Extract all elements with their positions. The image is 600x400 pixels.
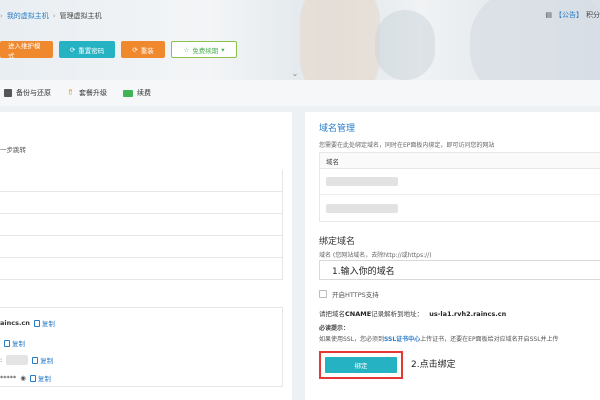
chevron-right-icon: › xyxy=(0,12,3,20)
ssl-instruction: 如果使用SSL，您必须到SSL证书中心上传证书，还要在EP面板给对应域名开启SS… xyxy=(319,336,559,343)
https-checkbox[interactable] xyxy=(319,290,327,298)
info-row-password: ***** ◉ 复制 xyxy=(0,373,51,383)
breadcrumb-manage-host: 管理虚拟主机 xyxy=(59,12,102,20)
cname-instruction: 请把域名CNAME记录解析到地址： us-la1.rvh2.raincs.cn xyxy=(319,310,507,318)
info-row-user: 复制 xyxy=(0,336,25,350)
chevron-right-icon: › xyxy=(52,12,56,20)
masked-domain xyxy=(326,177,398,186)
upgrade-icon: ⇑ xyxy=(67,88,74,97)
https-option[interactable]: 开启HTTPS支持 xyxy=(319,289,379,299)
step2-annotation: 2.点击绑定 xyxy=(411,360,456,370)
reset-password-button[interactable]: ⟳ 重置密码 xyxy=(59,41,115,58)
backup-icon xyxy=(4,89,12,97)
copy-icon xyxy=(33,319,40,327)
collapse-toggle-icon[interactable]: ⌄ xyxy=(287,69,303,79)
document-icon: ▤ xyxy=(545,11,552,19)
header-banner: › 我的虚拟主机 › 管理虚拟主机 ▤ 【公告】 积分 进入维护模式 ⟳ 重置密… xyxy=(0,0,600,80)
copy-icon xyxy=(4,339,10,347)
copy-icon xyxy=(29,374,36,382)
domain-mgmt-desc: 您需要在此处绑定域名，同时在EP面板内绑定，即可访问您的网站 xyxy=(319,142,495,149)
action-buttons: 进入维护模式 ⟳ 重置密码 ⟳ 重装 ☆ 免费续期 ▾ xyxy=(0,41,237,60)
domain-panel: 域名管理 您需要在此处绑定域名，同时在EP面板内绑定，即可访问您的网站 域名 绑… xyxy=(305,112,600,400)
table-row xyxy=(320,169,600,195)
copy-icon xyxy=(32,356,39,364)
notice-link[interactable]: 【公告】 xyxy=(555,10,583,20)
info-line xyxy=(0,170,283,192)
ssl-center-link[interactable]: SSL证书中心 xyxy=(384,336,420,343)
jump-hint: 一步跳转 xyxy=(0,146,26,154)
info-lines xyxy=(0,170,283,280)
tab-backup[interactable]: 备份与还原 xyxy=(4,88,51,98)
bind-domain-hint: 域名 (您网站域名，去除http://或https://) xyxy=(319,252,432,259)
must-read-label: 必读提示： xyxy=(319,325,350,332)
domain-column-header: 域名 xyxy=(320,153,600,169)
money-icon xyxy=(123,89,133,97)
info-line xyxy=(0,192,283,214)
eye-icon[interactable]: ◉ xyxy=(20,374,26,382)
refresh-icon: ⟳ xyxy=(132,45,138,54)
function-tabs: 备份与还原 ⇑ 套餐升级 续费 xyxy=(0,80,600,106)
host-info-panel: 一步跳转 aincs.cn 复制 复制 : 复制 ***** ◉ 复制 xyxy=(0,112,292,400)
tab-renew[interactable]: 续费 xyxy=(123,88,151,98)
reinstall-button[interactable]: ⟳ 重装 xyxy=(121,41,165,58)
tab-upgrade[interactable]: ⇑ 套餐升级 xyxy=(67,88,107,98)
breadcrumb: › 我的虚拟主机 › 管理虚拟主机 xyxy=(0,10,102,22)
banner-decoration xyxy=(300,0,380,80)
copy-button[interactable]: 复制 xyxy=(32,355,53,365)
banner-decoration xyxy=(375,10,435,80)
copy-button[interactable]: 复制 xyxy=(4,338,25,348)
masked-value xyxy=(6,355,29,365)
cname-target: us-la1.rvh2.raincs.cn xyxy=(429,310,507,318)
info-row-domain: aincs.cn 复制 xyxy=(0,318,55,328)
bind-button-highlight: 绑定 xyxy=(319,351,403,379)
domain-mgmt-title: 域名管理 xyxy=(319,124,356,134)
masked-domain xyxy=(326,203,398,213)
info-line xyxy=(0,258,283,280)
info-line xyxy=(0,214,283,236)
refresh-icon: ⟳ xyxy=(69,45,76,54)
copy-button[interactable]: 复制 xyxy=(33,318,55,328)
info-row-ip: : 复制 xyxy=(0,355,54,365)
copy-button[interactable]: 复制 xyxy=(29,373,51,383)
star-icon: ☆ xyxy=(183,45,190,54)
notice-text[interactable]: 积分 xyxy=(586,10,600,20)
breadcrumb-my-hosts[interactable]: 我的虚拟主机 xyxy=(7,11,49,21)
table-row xyxy=(320,195,600,221)
account-info-box: aincs.cn 复制 复制 : 复制 ***** ◉ 复制 xyxy=(0,307,283,387)
free-renew-button[interactable]: ☆ 免费续期 ▾ xyxy=(171,41,237,58)
info-line xyxy=(0,236,283,258)
domain-input[interactable]: 1.输入你的域名 xyxy=(319,260,600,280)
chevron-down-icon: ▾ xyxy=(221,45,225,54)
bind-domain-title: 绑定域名 xyxy=(319,237,356,247)
maintenance-mode-button[interactable]: 进入维护模式 xyxy=(0,41,53,60)
bind-button[interactable]: 绑定 xyxy=(325,357,397,373)
notice-bar: ▤ 【公告】 积分 xyxy=(545,10,600,20)
domain-table: 域名 xyxy=(319,152,600,222)
